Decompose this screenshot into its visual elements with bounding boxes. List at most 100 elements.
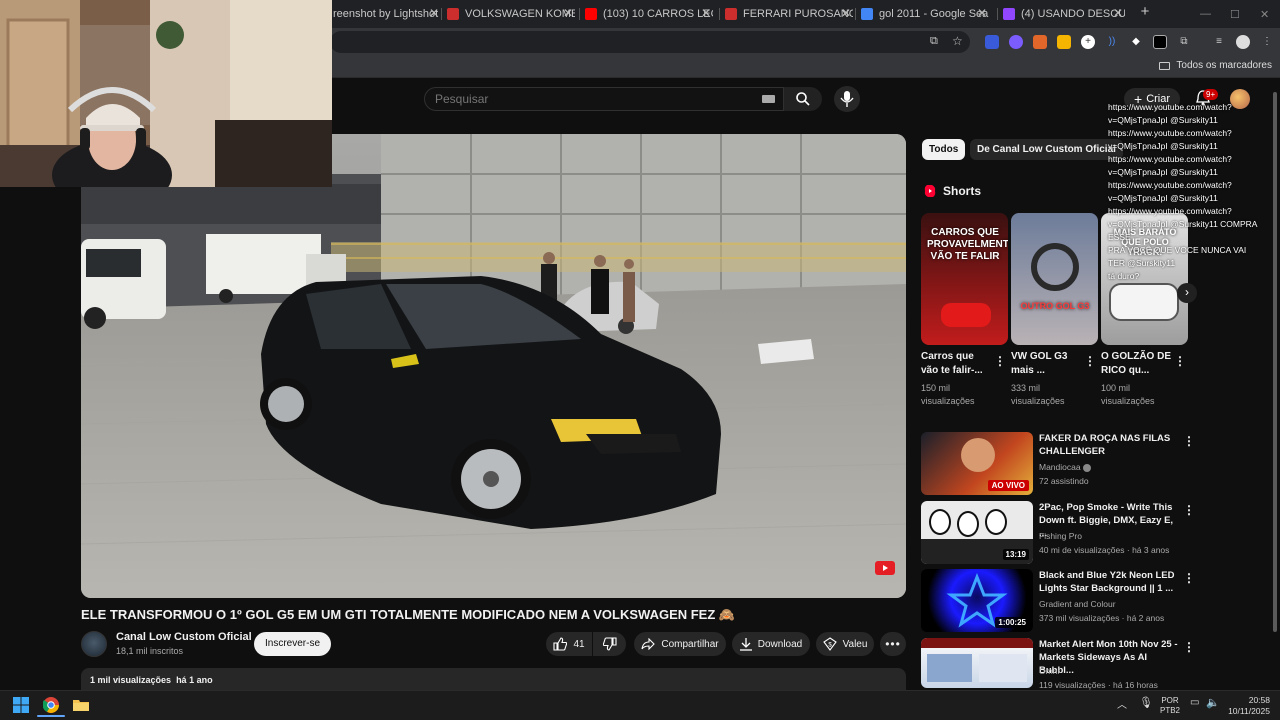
extension-icon[interactable]: ◆ [1129, 35, 1143, 49]
tab-close-icon[interactable]: ✕ [977, 6, 987, 20]
recommendation-item[interactable]: 1:00:25 Black and Blue Y2k Neon LED Ligh… [921, 569, 1195, 633]
chip-all[interactable]: Todos [922, 139, 966, 160]
recommendation-title[interactable]: Black and Blue Y2k Neon LED Lights Star … [1039, 569, 1179, 595]
short-menu-icon[interactable]: ⋮ [994, 354, 1006, 368]
skull-shape [929, 509, 951, 535]
video-player[interactable] [81, 134, 906, 598]
tab-close-icon[interactable]: ✕ [1113, 6, 1123, 20]
browser-tab[interactable]: VOLKSWAGEN KOMBI 1.6✕ [447, 4, 575, 24]
extension-icon[interactable]: )) [1105, 35, 1119, 49]
tray-chevron-icon[interactable]: ︿ [1117, 696, 1127, 711]
recommendation-menu-icon[interactable]: ⋮ [1183, 434, 1195, 448]
recommendation-title[interactable]: Market Alert Mon 10th Nov 25 - Markets S… [1039, 638, 1179, 677]
system-clock[interactable]: 20:58 10/11/2025 [1226, 695, 1270, 717]
recommendation-menu-icon[interactable]: ⋮ [1183, 571, 1195, 585]
video-thumbnail[interactable]: 1:00:25 [921, 569, 1033, 632]
more-actions-button[interactable]: ••• [880, 632, 906, 656]
keyboard-icon[interactable] [762, 95, 775, 103]
bookmark-star-icon[interactable]: ☆ [952, 34, 963, 48]
subscribe-button[interactable]: Inscrever-se [254, 632, 332, 656]
youtube-logo-icon[interactable] [875, 561, 895, 575]
upload-age: há 1 ano [176, 675, 213, 685]
browser-menu-icon[interactable]: ⋮ [1260, 35, 1274, 49]
video-thumbnail[interactable]: 13:19 [921, 501, 1033, 564]
minimize-icon[interactable]: — [1200, 8, 1211, 20]
short-menu-icon[interactable]: ⋮ [1084, 354, 1096, 368]
new-tab-button[interactable]: + [1137, 4, 1153, 21]
browser-tab[interactable]: (103) 10 CARROS LEGAIS✕ [585, 4, 713, 24]
maximize-icon[interactable]: ☐ [1230, 8, 1240, 21]
tab-close-icon[interactable]: ✕ [429, 6, 439, 20]
extensions-puzzle-icon[interactable]: ⧉ [1177, 35, 1191, 49]
chip-channel[interactable]: De Canal Low Custom Oficial [970, 139, 1123, 160]
extension-icon[interactable] [1057, 35, 1071, 49]
recommendation-channel[interactable]: Fishing Pro [1039, 531, 1082, 541]
shorts-next-button[interactable]: › [1177, 283, 1197, 303]
close-window-icon[interactable]: ✕ [1260, 8, 1269, 21]
search-box[interactable] [424, 87, 784, 111]
tab-close-icon[interactable]: ✕ [563, 6, 573, 20]
chat-line: v=QMjsTpnaJpI @Surskity11 [1108, 167, 1218, 177]
recommendation-menu-icon[interactable]: ⋮ [1183, 640, 1195, 654]
recommendation-channel[interactable]: Mandiocaa [1039, 462, 1091, 472]
recommendation-item[interactable]: Market Alert Mon 10th Nov 25 - Markets S… [921, 638, 1195, 690]
recommendation-title[interactable]: FAKER DA ROÇA NAS FILAS CHALLENGER [1039, 432, 1179, 458]
search-input[interactable] [435, 92, 735, 106]
extension-icon[interactable] [1033, 35, 1047, 49]
browser-tab[interactable]: gol 2011 - Google Search✕ [861, 4, 989, 24]
reading-list-icon[interactable]: ≡ [1212, 35, 1226, 49]
tab-close-icon[interactable]: ✕ [701, 6, 711, 20]
volume-icon[interactable]: 🔈 [1206, 696, 1220, 709]
like-button[interactable]: 41 [546, 632, 592, 656]
input-language[interactable]: POR PTB2 [1160, 696, 1180, 716]
extension-icon[interactable] [985, 35, 999, 49]
short-thumbnail[interactable]: CARROS QUE PROVAVELMENTE VÃO TE FALIR [921, 213, 1008, 345]
share-label: Compartilhar [661, 638, 719, 650]
browser-tab[interactable]: reenshot by Lightshot ✕ [333, 4, 441, 24]
tab-close-icon[interactable]: ✕ [841, 6, 851, 20]
download-button[interactable]: Download [732, 632, 810, 656]
short-title[interactable]: VW GOL G3 mais ... [1011, 350, 1083, 378]
thanks-button[interactable]: $ Valeu [816, 632, 874, 656]
all-bookmarks-button[interactable]: Todos os marcadores [1159, 60, 1272, 71]
white-car-shape [1109, 283, 1179, 321]
windows-start-icon[interactable] [13, 697, 29, 713]
chat-line: v=QMjsTpnaJpI @Surskity11 [1108, 193, 1218, 203]
extension-icon[interactable] [1153, 35, 1167, 49]
file-explorer-icon[interactable] [73, 697, 89, 713]
recommendation-item[interactable]: 13:19 2Pac, Pop Smoke - Write This Down … [921, 501, 1195, 565]
recommendation-channel[interactable]: Gradient and Colour [1039, 599, 1116, 609]
short-thumbnail[interactable]: OUTRO GOL G3 [1011, 213, 1098, 345]
extension-icon[interactable]: + [1081, 35, 1095, 49]
short-title[interactable]: O GOLZÃO DE RICO qu... [1101, 350, 1173, 378]
share-button[interactable]: Compartilhar [634, 632, 726, 656]
recommendation-meta: 373 mil visualizações · há 2 anos [1039, 613, 1165, 623]
video-thumbnail[interactable]: AO VIVO [921, 432, 1033, 495]
network-icon[interactable]: ▭ [1190, 697, 1199, 708]
tab-separator [579, 8, 580, 20]
video-thumbnail[interactable] [921, 638, 1033, 688]
short-title[interactable]: Carros que vão te falir-... [921, 350, 993, 378]
short-menu-icon[interactable]: ⋮ [1174, 354, 1186, 368]
browser-tab[interactable]: (4) USANDO DESCULPA C✕ [1003, 4, 1125, 24]
extension-icon[interactable] [1009, 35, 1023, 49]
address-bar[interactable] [330, 31, 970, 53]
scrollbar-thumb[interactable] [1273, 92, 1277, 632]
tab-favicon-icon [1003, 8, 1015, 20]
recommendation-menu-icon[interactable]: ⋮ [1183, 503, 1195, 517]
chrome-icon[interactable] [43, 697, 59, 713]
profile-icon[interactable] [1236, 35, 1250, 49]
search-button[interactable] [784, 87, 822, 111]
channel-name[interactable]: Canal Low Custom Oficial [116, 631, 252, 643]
tab-separator [441, 8, 442, 20]
install-app-icon[interactable]: ⧉ [930, 35, 938, 48]
recommendation-channel[interactable]: Omni [1039, 666, 1059, 676]
chat-line: v=QMjsTpnaJpI @Surskity11 COMPRA [1108, 219, 1258, 229]
dislike-button[interactable] [593, 632, 626, 656]
channel-avatar[interactable] [81, 631, 107, 657]
chat-line: https://www.youtube.com/watch? [1108, 180, 1232, 190]
recommendation-item[interactable]: AO VIVO FAKER DA ROÇA NAS FILAS CHALLENG… [921, 432, 1195, 496]
microphone-tray-icon[interactable]: 🎙 [1139, 696, 1153, 709]
browser-tab[interactable]: FERRARI PUROSANGUE 6✕ [725, 4, 853, 24]
voice-search-button[interactable] [834, 86, 860, 112]
